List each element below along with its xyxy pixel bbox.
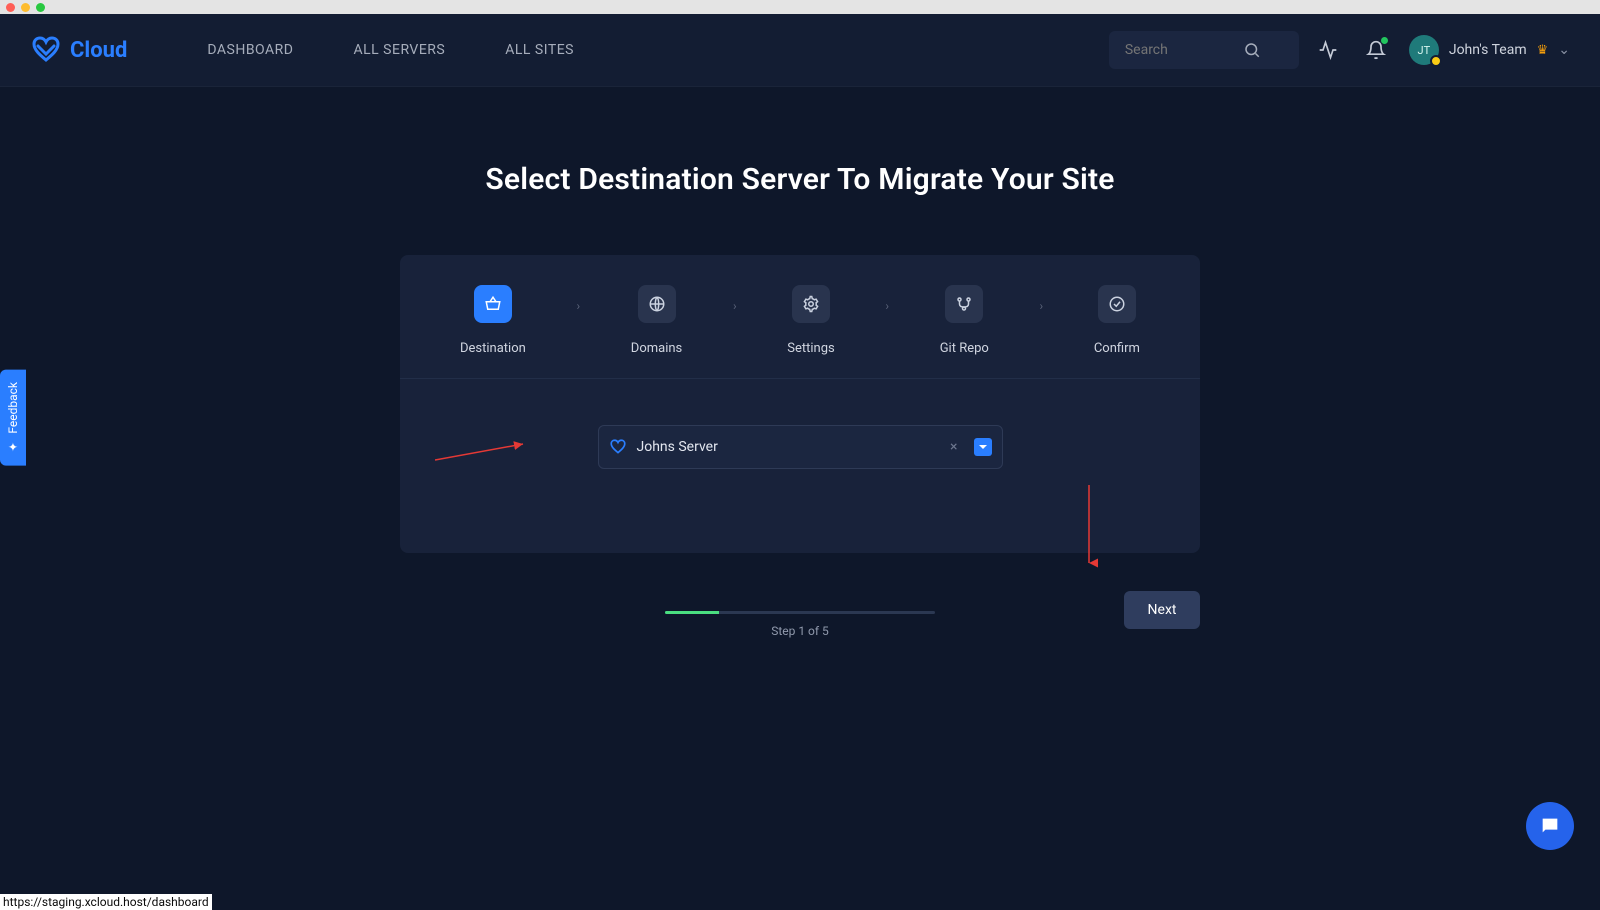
chat-widget[interactable] xyxy=(1526,802,1574,850)
caret-down-icon xyxy=(978,442,988,452)
next-button[interactable]: Next xyxy=(1124,591,1200,629)
activity-button[interactable] xyxy=(1309,31,1347,69)
page-title: Select Destination Server To Migrate You… xyxy=(485,162,1114,197)
step-git-repo[interactable]: Git Repo xyxy=(940,285,989,356)
step-label: Domains xyxy=(631,341,682,356)
gear-icon xyxy=(802,295,820,313)
feedback-tab[interactable]: ✦ Feedback xyxy=(0,370,26,466)
notifications-button[interactable] xyxy=(1357,31,1395,69)
step-destination[interactable]: Destination xyxy=(460,285,526,356)
mac-titlebar xyxy=(0,0,1600,14)
clear-selection-button[interactable]: × xyxy=(944,439,963,455)
globe-icon xyxy=(648,295,666,313)
feedback-label: Feedback xyxy=(6,382,20,434)
crown-icon: ♛ xyxy=(1537,43,1549,58)
step-label: Confirm xyxy=(1094,341,1140,356)
notification-dot xyxy=(1381,37,1388,44)
progress-bar xyxy=(665,611,935,614)
basket-icon xyxy=(484,295,502,313)
status-url: https://staging.xcloud.host/dashboard xyxy=(0,894,212,910)
dropdown-toggle[interactable] xyxy=(974,438,992,456)
search-input[interactable] xyxy=(1123,41,1243,59)
search-box[interactable] xyxy=(1109,31,1299,69)
nav-dashboard[interactable]: DASHBOARD xyxy=(207,42,293,58)
step-settings[interactable]: Settings xyxy=(787,285,834,356)
nav-all-sites[interactable]: ALL SITES xyxy=(505,42,574,58)
progress-text: Step 1 of 5 xyxy=(771,624,829,638)
mac-min-dot[interactable] xyxy=(21,3,30,12)
chevron-right-icon: › xyxy=(1040,299,1044,313)
avatar-badge xyxy=(1430,55,1442,67)
top-nav: Cloud DASHBOARD ALL SERVERS ALL SITES JT… xyxy=(0,14,1600,87)
chevron-right-icon: › xyxy=(733,299,737,313)
step-progress: Destination › Domains › Settings › Git R… xyxy=(460,285,1140,378)
mac-max-dot[interactable] xyxy=(36,3,45,12)
wizard-controls: Step 1 of 5 Next xyxy=(400,611,1200,638)
brand-name: Cloud xyxy=(70,38,127,63)
step-confirm[interactable]: Confirm xyxy=(1094,285,1140,356)
nav-all-servers[interactable]: ALL SERVERS xyxy=(353,42,445,58)
team-menu[interactable]: JT John's Team ♛ ⌄ xyxy=(1409,35,1570,65)
activity-icon xyxy=(1318,40,1338,60)
sparkle-icon: ✦ xyxy=(6,440,20,454)
avatar: JT xyxy=(1409,35,1439,65)
chevron-right-icon: › xyxy=(885,299,889,313)
step-label: Settings xyxy=(787,341,834,356)
check-circle-icon xyxy=(1108,295,1126,313)
selected-server-name: Johns Server xyxy=(637,439,718,455)
step-label: Git Repo xyxy=(940,341,989,356)
heart-ribbon-icon xyxy=(30,34,62,66)
search-icon xyxy=(1243,41,1261,59)
server-select[interactable]: Johns Server × xyxy=(598,425,1003,469)
wizard-card: Destination › Domains › Settings › Git R… xyxy=(400,255,1200,553)
nav-links: DASHBOARD ALL SERVERS ALL SITES xyxy=(207,42,574,58)
step-domains[interactable]: Domains xyxy=(631,285,682,356)
page-body: Select Destination Server To Migrate You… xyxy=(0,87,1600,638)
chevron-down-icon: ⌄ xyxy=(1558,42,1570,58)
chevron-right-icon: › xyxy=(577,299,581,313)
git-branch-icon xyxy=(955,295,973,313)
avatar-initials: JT xyxy=(1418,44,1431,57)
team-label: John's Team xyxy=(1449,42,1527,58)
server-brand-icon xyxy=(609,438,627,456)
mac-close-dot[interactable] xyxy=(6,3,15,12)
chat-icon xyxy=(1539,815,1561,837)
brand-logo[interactable]: Cloud xyxy=(30,34,127,66)
step-label: Destination xyxy=(460,341,526,356)
